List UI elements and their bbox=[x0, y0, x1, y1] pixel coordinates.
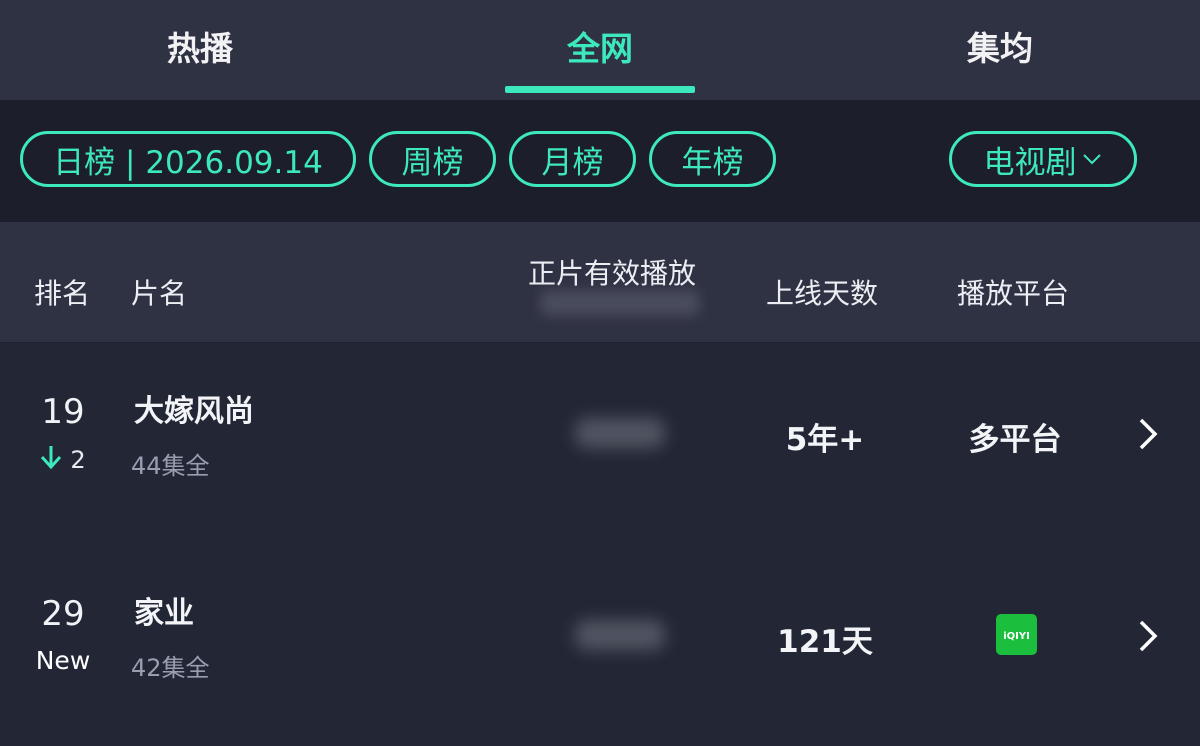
category-dropdown[interactable]: 电视剧 bbox=[949, 131, 1137, 187]
weekly-chart-button[interactable]: 周榜 bbox=[369, 131, 496, 187]
episode-count: 42集全 bbox=[131, 654, 210, 682]
column-header-title: 片名 bbox=[131, 277, 188, 310]
chevron-right-icon[interactable] bbox=[1133, 416, 1163, 452]
tab-hot[interactable]: 热播 bbox=[0, 0, 400, 100]
show-title: 家业 bbox=[134, 596, 194, 631]
table-row[interactable]: 19 2 大嫁风尚 44集全 5年+ 多平台 bbox=[0, 342, 1200, 544]
platform-name: 多平台 bbox=[968, 422, 1062, 458]
arrow-down-icon bbox=[40, 444, 62, 476]
category-dropdown-label: 电视剧 bbox=[983, 144, 1077, 181]
rank-number: 29 bbox=[41, 594, 85, 634]
column-header-rank: 排名 bbox=[34, 277, 91, 310]
show-title: 大嫁风尚 bbox=[134, 394, 254, 429]
monthly-chart-button[interactable]: 月榜 bbox=[509, 131, 636, 187]
rank-change: 2 bbox=[0, 444, 126, 476]
column-header-platform: 播放平台 bbox=[957, 277, 1070, 310]
table-row[interactable]: 29 New 家业 42集全 121天 iQIYI bbox=[0, 544, 1200, 746]
svg-text:iQIYI: iQIYI bbox=[1003, 631, 1030, 642]
top-tab-bar: 热播 全网 集均 bbox=[0, 0, 1200, 100]
rank-change-value: 2 bbox=[70, 446, 86, 474]
daily-chart-button[interactable]: 日榜 | 2026.09.14 bbox=[20, 131, 356, 187]
blurred-play-count bbox=[575, 418, 665, 448]
filter-bar: 日榜 | 2026.09.14 周榜 月榜 年榜 电视剧 bbox=[0, 100, 1200, 222]
rank-number: 19 bbox=[41, 392, 85, 432]
days-online: 5年+ bbox=[785, 422, 865, 458]
active-tab-indicator bbox=[505, 86, 695, 93]
days-online: 121天 bbox=[777, 624, 873, 660]
column-header-plays: 正片有效播放 bbox=[528, 257, 697, 290]
yearly-chart-button[interactable]: 年榜 bbox=[649, 131, 776, 187]
blurred-play-count bbox=[575, 620, 665, 650]
iqiyi-logo-icon: iQIYI bbox=[996, 614, 1037, 655]
tab-per-episode[interactable]: 集均 bbox=[800, 0, 1200, 100]
blurred-subtitle bbox=[540, 290, 700, 316]
column-header-days-online: 上线天数 bbox=[766, 277, 879, 310]
chevron-right-icon[interactable] bbox=[1133, 618, 1163, 654]
table-header: 排名 片名 正片有效播放 上线天数 播放平台 bbox=[0, 222, 1200, 342]
episode-count: 44集全 bbox=[131, 452, 210, 480]
chevron-down-icon bbox=[1081, 152, 1103, 166]
tab-all-network[interactable]: 全网 bbox=[400, 0, 800, 100]
new-badge: New bbox=[35, 646, 91, 675]
